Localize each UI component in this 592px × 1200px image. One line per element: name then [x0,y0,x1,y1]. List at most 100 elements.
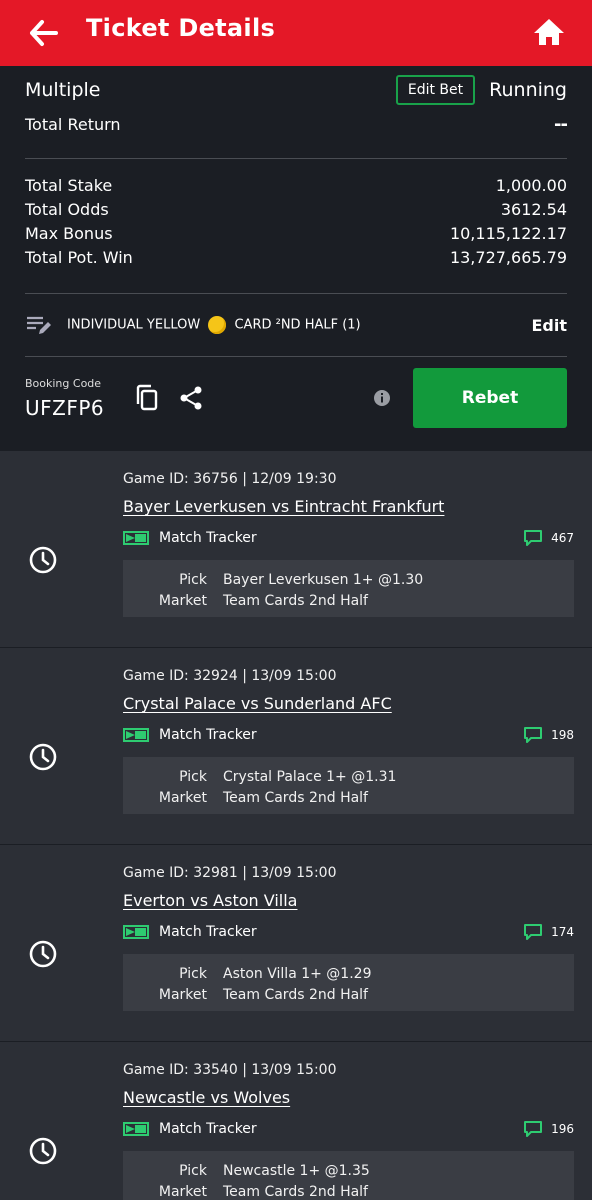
stat-label: Total Pot. Win [25,247,133,267]
ticket-summary: Multiple Edit Bet Running Total Return -… [0,66,592,451]
match-tracker-icon [123,1122,149,1136]
match-tracker-button[interactable]: Match Tracker [123,530,257,546]
share-button[interactable] [178,385,204,411]
match-teams-link[interactable]: Crystal Palace vs Sunderland AFC [123,694,392,713]
pick-value: Newcastle 1+ @1.35 [223,1162,370,1179]
game-id: Game ID: 32924 | 13/09 15:00 [123,668,337,684]
bet-type: Multiple [25,79,101,101]
match-tracker-button[interactable]: Match Tracker [123,727,257,743]
comment-icon [524,924,543,940]
game-item: Game ID: 32924 | 13/09 15:00 Crystal Pal… [0,648,592,845]
match-teams-link[interactable]: Bayer Leverkusen vs Eintracht Frankfurt [123,497,444,516]
comments-button[interactable]: 467 [523,529,574,547]
stat-value: 13,727,665.79 [449,247,567,267]
stat-value: 10,115,122.17 [449,223,567,243]
rebet-button[interactable]: Rebet [413,368,567,428]
total-return-row: Total Return -- [25,110,568,138]
stat-label: Total Stake [25,175,113,195]
game-item: Game ID: 33540 | 13/09 15:00 Newcastle v… [0,1042,592,1200]
comments-count: 196 [551,1122,574,1136]
yellow-card-coin-icon [208,316,227,334]
comments-button[interactable]: 174 [523,923,574,941]
home-button[interactable] [532,16,566,48]
share-icon [180,386,202,410]
clock-icon [29,743,57,771]
game-id: Game ID: 33540 | 13/09 15:00 [123,1062,337,1078]
arrow-left-icon [30,20,58,46]
pick-value: Bayer Leverkusen 1+ @1.30 [223,571,424,588]
pick-box: Pick Newcastle 1+ @1.35 Market Team Card… [123,1151,574,1200]
booking-code-value: UFZFP6 [25,395,105,420]
comments-count: 174 [551,925,574,939]
stat-row-total-pot-win: Total Pot. Win 13,727,665.79 [25,245,567,269]
promo-text-suffix: CARD ²ND HALF (1) [234,317,361,333]
top-bar: Ticket Details [0,0,592,66]
match-tracker-icon [123,728,149,742]
stat-value: 1,000.00 [495,175,567,195]
match-tracker-icon [123,531,149,545]
match-teams-link[interactable]: Everton vs Aston Villa [123,891,297,910]
edit-bet-button[interactable]: Edit Bet [395,75,476,105]
comments-count: 467 [551,531,574,545]
pick-label: Pick [179,571,207,588]
stat-label: Total Odds [25,199,109,219]
pick-box: Pick Aston Villa 1+ @1.29 Market Team Ca… [123,954,574,1011]
match-tracker-label: Match Tracker [159,924,257,940]
promo-edit-button[interactable]: Edit [531,316,567,335]
clock-icon [29,1137,57,1165]
game-item: Game ID: 32981 | 13/09 15:00 Everton vs … [0,845,592,1042]
edit-list-icon [27,316,51,334]
promo-row: INDIVIDUAL YELLOW CARD ²ND HALF (1) Edit [25,294,567,356]
stats-list: Total Stake 1,000.00 Total Odds 3612.54 … [25,159,567,293]
total-return-value: -- [554,113,568,135]
match-tracker-label: Match Tracker [159,530,257,546]
match-teams-link[interactable]: Newcastle vs Wolves [123,1088,290,1107]
stat-row-total-stake: Total Stake 1,000.00 [25,173,567,197]
market-value: Team Cards 2nd Half [223,1183,368,1200]
game-id: Game ID: 36756 | 12/09 19:30 [123,471,337,487]
comments-button[interactable]: 198 [523,726,574,744]
booking-code-label: Booking Code [25,376,102,390]
info-button[interactable] [373,389,391,407]
ticket-details-screen: Ticket Details Multiple Edit Bet Running… [0,0,592,1200]
copy-icon [136,384,158,411]
stat-label: Max Bonus [25,223,113,243]
match-tracker-button[interactable]: Match Tracker [123,1121,257,1137]
comment-icon [524,1121,543,1137]
stat-row-total-odds: Total Odds 3612.54 [25,197,567,221]
pick-box: Pick Bayer Leverkusen 1+ @1.30 Market Te… [123,560,574,617]
games-list: Game ID: 36756 | 12/09 19:30 Bayer Lever… [0,451,592,1200]
comment-icon [524,727,543,743]
clock-icon [29,546,57,574]
game-item: Game ID: 36756 | 12/09 19:30 Bayer Lever… [0,451,592,648]
market-label: Market [158,592,207,609]
market-label: Market [158,1183,207,1200]
market-value: Team Cards 2nd Half [223,789,368,806]
match-tracker-label: Match Tracker [159,727,257,743]
stat-row-max-bonus: Max Bonus 10,115,122.17 [25,221,567,245]
back-button[interactable] [28,18,60,48]
bet-status: Running [489,79,567,101]
pick-value: Aston Villa 1+ @1.29 [223,965,372,982]
pick-label: Pick [179,1162,207,1179]
pick-box: Pick Crystal Palace 1+ @1.31 Market Team… [123,757,574,814]
pick-label: Pick [179,768,207,785]
copy-button[interactable] [134,384,160,412]
game-id: Game ID: 32981 | 13/09 15:00 [123,865,337,881]
home-icon [534,19,564,45]
comments-button[interactable]: 196 [523,1120,574,1138]
total-return-label: Total Return [25,114,121,134]
clock-icon [29,940,57,968]
booking-code-block: Booking Code UFZFP6 [25,377,104,420]
market-value: Team Cards 2nd Half [223,592,368,609]
booking-row: Booking Code UFZFP6 Rebet [25,357,567,439]
comments-count: 198 [551,728,574,742]
info-icon [374,390,390,406]
match-tracker-button[interactable]: Match Tracker [123,924,257,940]
pick-label: Pick [179,965,207,982]
market-value: Team Cards 2nd Half [223,986,368,1003]
match-tracker-icon [123,925,149,939]
bet-type-row: Multiple Edit Bet Running [25,66,567,110]
comment-icon [524,530,543,546]
market-label: Market [158,986,207,1003]
